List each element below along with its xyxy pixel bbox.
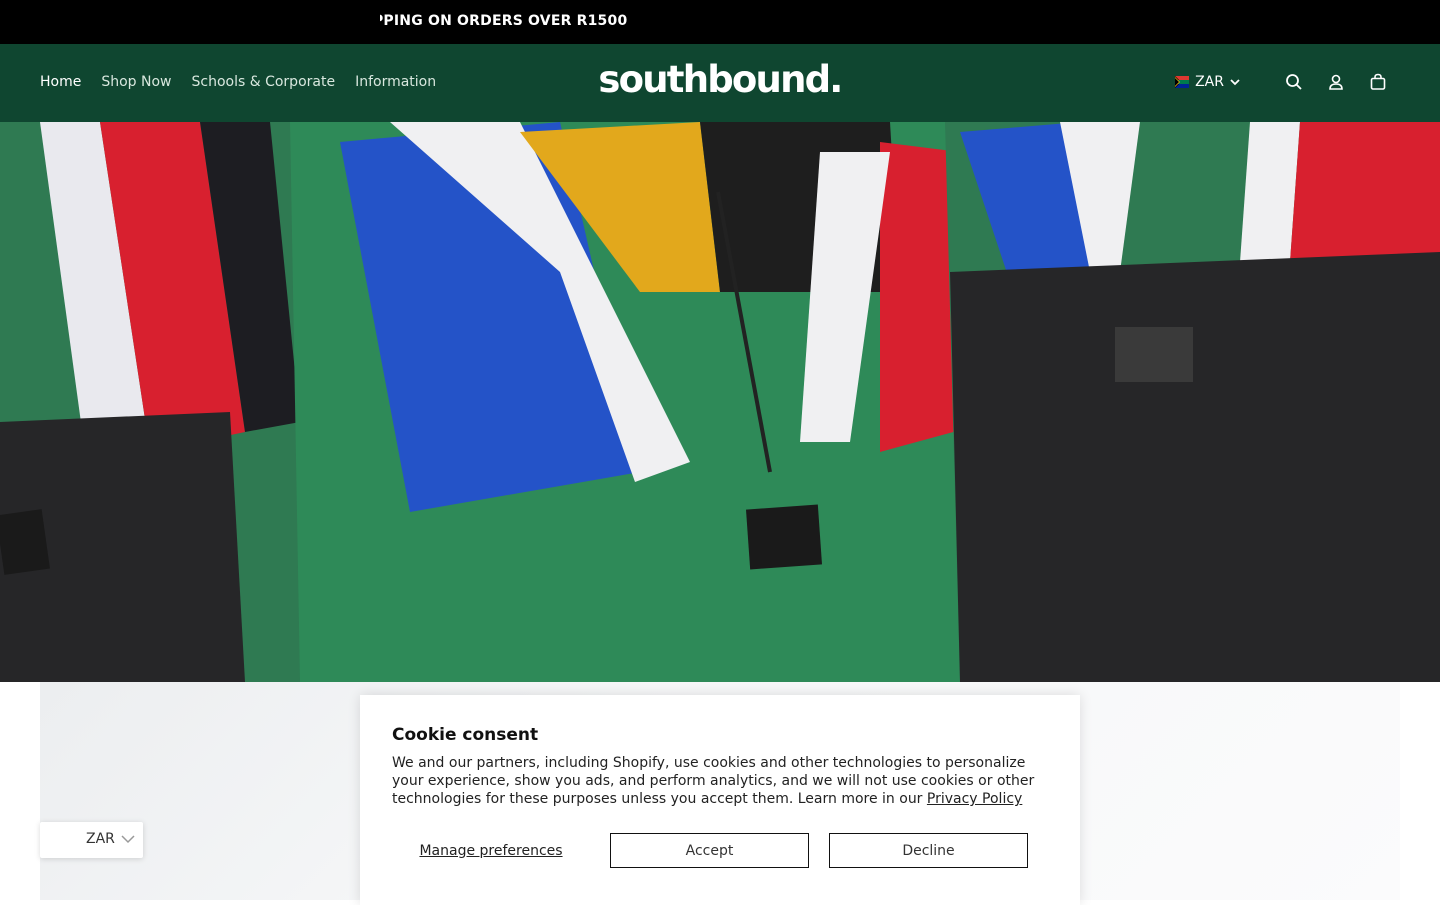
chevron-down-icon <box>121 835 135 844</box>
chevron-down-icon <box>1230 79 1240 86</box>
accept-button[interactable]: Accept <box>610 833 809 868</box>
manage-preferences-button[interactable]: Manage preferences <box>392 833 590 868</box>
hero-image <box>0 122 1440 682</box>
floating-currency-label: ZAR <box>86 831 115 847</box>
announcement-bar: FREE SHIPPING ON ORDERS OVER R1500 <box>0 0 1440 44</box>
nav-schools-corporate[interactable]: Schools & Corporate <box>192 72 336 92</box>
announcement-text: FREE SHIPPING ON ORDERS OVER R1500 <box>380 13 628 29</box>
nav-shop-now[interactable]: Shop Now <box>101 72 171 92</box>
hero-illustration <box>0 122 1440 682</box>
nav-home[interactable]: Home <box>40 72 81 92</box>
cart-icon[interactable] <box>1368 72 1388 92</box>
cookie-body: We and our partners, including Shopify, … <box>392 754 1042 808</box>
cookie-title: Cookie consent <box>392 725 539 745</box>
site-header: Home Shop Now Schools & Corporate Inform… <box>0 44 1440 122</box>
decline-button[interactable]: Decline <box>829 833 1028 868</box>
cookie-consent-dialog: Cookie consent We and our partners, incl… <box>360 695 1080 905</box>
account-icon[interactable] <box>1326 72 1346 92</box>
privacy-policy-link[interactable]: Privacy Policy <box>927 791 1022 807</box>
site-logo[interactable]: southbound. <box>588 60 852 104</box>
main-nav: Home Shop Now Schools & Corporate Inform… <box>40 72 436 92</box>
search-icon[interactable] <box>1284 72 1304 92</box>
announcement-text-viewport: FREE SHIPPING ON ORDERS OVER R1500 <box>380 12 640 32</box>
header-actions: ZAR <box>1175 72 1388 92</box>
currency-label: ZAR <box>1195 74 1224 90</box>
south-africa-flag-icon <box>1175 76 1190 88</box>
currency-selector[interactable]: ZAR <box>1175 74 1240 90</box>
nav-information[interactable]: Information <box>355 72 436 92</box>
floating-currency-selector[interactable]: ZAR <box>40 822 143 858</box>
